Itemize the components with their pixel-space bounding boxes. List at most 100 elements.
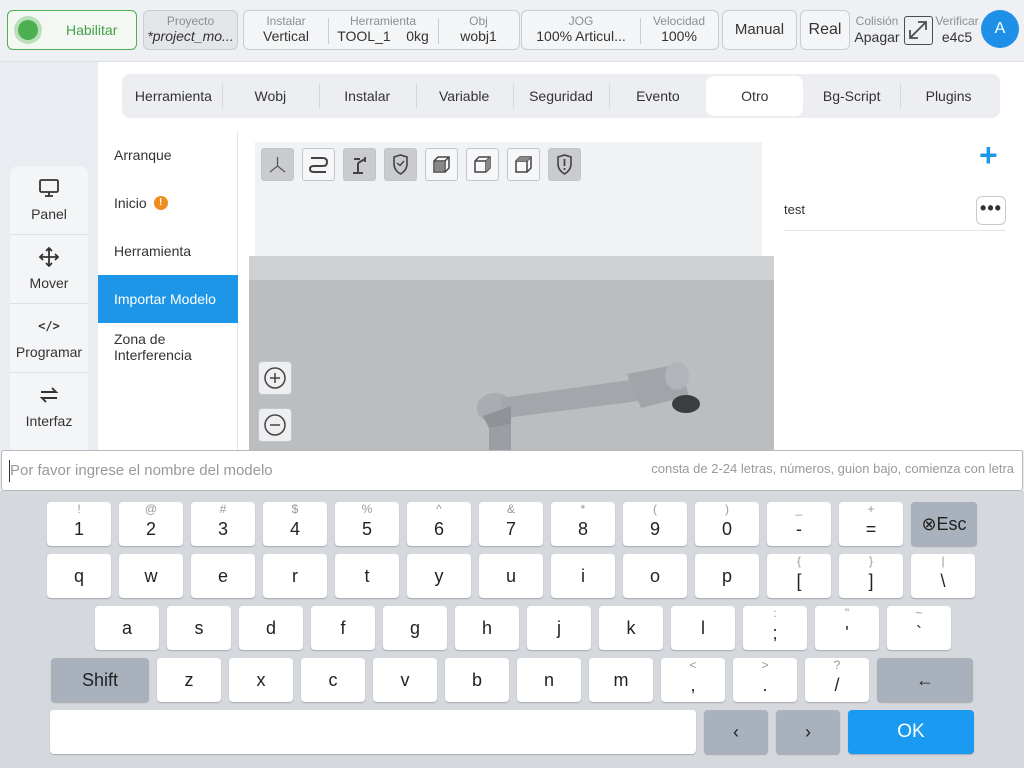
path-icon[interactable] (302, 148, 335, 181)
nav-item-move[interactable]: Mover (10, 235, 88, 304)
key-7[interactable]: & 7 (479, 502, 543, 546)
key-2[interactable]: @2 (119, 502, 183, 546)
key-period[interactable]: >. (733, 658, 797, 702)
user-avatar[interactable]: A (981, 10, 1019, 48)
cursor-right-key[interactable]: › (776, 710, 840, 754)
space-key[interactable] (50, 710, 696, 754)
more-menu-button[interactable]: ••• (976, 196, 1006, 225)
key-d[interactable]: d (239, 606, 303, 650)
key-u[interactable]: u (479, 554, 543, 598)
tab-bg-script[interactable]: Bg-Script (803, 76, 900, 116)
zoom-out-button[interactable] (258, 408, 292, 442)
tool-cell[interactable]: Herramienta TOOL_1 0kg (328, 11, 438, 49)
key-v[interactable]: v (373, 658, 437, 702)
key-t[interactable]: t (335, 554, 399, 598)
key-s[interactable]: s (167, 606, 231, 650)
sidebar-item-inicio[interactable]: Inicio ! (98, 179, 238, 227)
zoom-in-button[interactable] (258, 361, 292, 395)
key-k[interactable]: k (599, 606, 663, 650)
axes-icon[interactable] (261, 148, 294, 181)
key-n[interactable]: n (517, 658, 581, 702)
shield-alert-icon[interactable] (548, 148, 581, 181)
verify-status[interactable]: Verificar e4c5 (934, 14, 980, 45)
key-minus[interactable]: _ - (767, 502, 831, 546)
expand-icon[interactable] (904, 16, 933, 45)
ok-key[interactable]: OK (848, 710, 974, 754)
collision-status[interactable]: Colisión Apagar (852, 14, 902, 45)
manual-mode-button[interactable]: Manual (722, 10, 797, 50)
sidebar-item-herramienta[interactable]: Herramienta (98, 227, 238, 275)
key-w[interactable]: w (119, 554, 183, 598)
key-g[interactable]: g (383, 606, 447, 650)
model-name-input[interactable]: Por favor ingrese el nombre del modelo c… (1, 450, 1023, 491)
nav-item-interface[interactable]: Interfaz (10, 373, 88, 442)
obj-cell[interactable]: Obj wobj1 (438, 11, 519, 49)
key-j[interactable]: j (527, 606, 591, 650)
tab-evento[interactable]: Evento (609, 76, 706, 116)
key-o[interactable]: o (623, 554, 687, 598)
key-6[interactable]: ^ 6 (407, 502, 471, 546)
sidebar-item-importar-modelo[interactable]: Importar Modelo (98, 275, 238, 323)
key-1[interactable]: ! 1 (47, 502, 111, 546)
tab-variable[interactable]: Variable (415, 76, 513, 116)
key-h[interactable]: h (455, 606, 519, 650)
tab-otro[interactable]: Otro (706, 76, 804, 116)
sidebar-item-arranque[interactable]: Arranque (98, 131, 238, 179)
key-y[interactable]: y (407, 554, 471, 598)
key-b[interactable]: b (445, 658, 509, 702)
nav-item-program[interactable]: </> Programar (10, 304, 88, 373)
key-q[interactable]: q (47, 554, 111, 598)
sidebar-item-zona-interferencia[interactable]: Zona de Interferencia (98, 323, 238, 371)
3d-scene[interactable] (249, 256, 774, 450)
key-m[interactable]: m (589, 658, 653, 702)
key-e[interactable]: e (191, 554, 255, 598)
key-f[interactable]: f (311, 606, 375, 650)
project-selector[interactable]: Proyecto *project_mo... (143, 10, 238, 50)
key-l[interactable]: l (671, 606, 735, 650)
key-left-bracket[interactable]: {[ (767, 554, 831, 598)
list-item[interactable]: test ••• (784, 196, 1006, 231)
real-mode-button[interactable]: Real (800, 10, 850, 50)
backspace-key[interactable]: ← (877, 658, 973, 702)
tab-seguridad[interactable]: Seguridad (512, 76, 610, 116)
key-x[interactable]: x (229, 658, 293, 702)
key-p[interactable]: p (695, 554, 759, 598)
key-quote[interactable]: " ' (815, 606, 879, 650)
enable-button[interactable]: Habilitar (7, 10, 137, 50)
install-cell[interactable]: Instalar Vertical (244, 11, 328, 49)
key-i[interactable]: i (551, 554, 615, 598)
key-4[interactable]: $4 (263, 502, 327, 546)
install-tool-obj-group[interactable]: Instalar Vertical Herramienta TOOL_1 0kg… (243, 10, 520, 50)
key-c[interactable]: c (301, 658, 365, 702)
speed-cell[interactable]: Velocidad 100% (640, 11, 718, 49)
tab-plugins[interactable]: Plugins (900, 76, 997, 116)
key-backslash[interactable]: | \ (911, 554, 975, 598)
shift-key[interactable]: Shift (51, 658, 149, 702)
jog-cell[interactable]: JOG 100% Articul... (522, 11, 640, 49)
key-a[interactable]: a (95, 606, 159, 650)
cube-front-icon[interactable] (425, 148, 458, 181)
tab-wobj[interactable]: Wobj (221, 76, 319, 116)
cursor-left-key[interactable]: ‹ (704, 710, 768, 754)
key-5[interactable]: % 5 (335, 502, 399, 546)
nav-item-panel[interactable]: Panel (10, 166, 88, 235)
key-right-bracket[interactable]: }] (839, 554, 903, 598)
key-slash[interactable]: ? / (805, 658, 869, 702)
key-0[interactable]: ) 0 (695, 502, 759, 546)
tab-instalar[interactable]: Instalar (318, 76, 416, 116)
add-model-button[interactable]: + (979, 139, 998, 171)
key-3[interactable]: #3 (191, 502, 255, 546)
key-semicolon[interactable]: :; (743, 606, 807, 650)
esc-key[interactable]: ⊗Esc (911, 502, 977, 546)
jog-speed-group[interactable]: JOG 100% Articul... Velocidad 100% (521, 10, 719, 50)
key-9[interactable]: (9 (623, 502, 687, 546)
key-8[interactable]: * 8 (551, 502, 615, 546)
key-r[interactable]: r (263, 554, 327, 598)
shield-icon[interactable] (384, 148, 417, 181)
key-backtick[interactable]: ~ ` (887, 606, 951, 650)
key-comma[interactable]: <, (661, 658, 725, 702)
key-equals[interactable]: + = (839, 502, 903, 546)
robot-arm-icon[interactable] (343, 148, 376, 181)
tab-herramienta[interactable]: Herramienta (125, 76, 222, 116)
cube-side-icon[interactable] (466, 148, 499, 181)
